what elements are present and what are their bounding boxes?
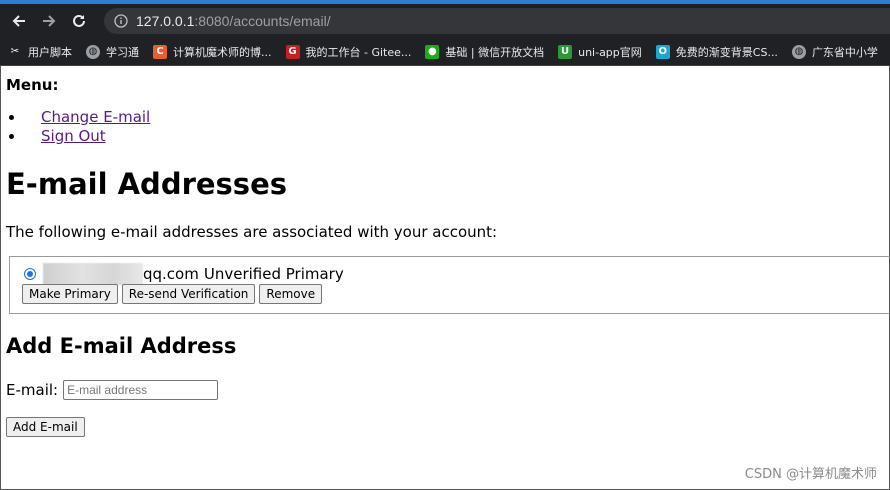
csdn-icon: C [153,44,167,59]
redacted-email-prefix [43,263,143,285]
bookmark-label: 学习通 [106,45,139,59]
user-script-icon: ✂ [8,44,22,59]
remove-button[interactable]: Remove [259,284,323,304]
email-input[interactable] [63,380,219,400]
page-title: E-mail Addresses [6,167,287,201]
bookmark-item[interactable]: O 免费的渐变背景CS... [655,44,778,60]
add-email-title: Add E-mail Address [6,334,237,358]
add-email-button[interactable]: Add E-mail [6,417,85,437]
add-email-form: E-mail: [6,380,219,400]
change-email-link[interactable]: Change E-mail [41,108,150,126]
email-entry: qq.com Unverified Primary [24,263,344,285]
csdn-watermark: CSDN @计算机魔术师 [744,467,877,482]
bookmark-label: uni-app官网 [578,45,642,59]
gradient-icon: O [655,44,670,59]
globe-icon: ◍ [791,44,806,59]
bookmarks-bar: ✂ 用户脚本 ◍ 学习通 C 计算机魔术师的博... G 我的工作台 - Gitee... ● 基… [0,38,890,66]
email-radio[interactable] [24,268,36,280]
uniapp-icon: U [558,44,573,59]
bookmark-label: 我的工作台 - Gitee... [305,45,412,59]
email-status: Unverified Primary [203,265,344,283]
resend-verification-button[interactable]: Re-send Verification [121,284,256,304]
page-viewport: Menu: Change E-mail Sign Out E-mail Addr… [0,66,890,490]
bookmark-item[interactable]: ◍ 学习通 [86,44,139,60]
bookmark-label: 基础 | 微信开放文档 [445,45,545,59]
bookmark-label: 用户脚本 [28,45,72,59]
email-domain: qq.com [143,265,199,283]
arrow-right-icon [43,15,56,27]
menu-list: Change E-mail Sign Out [8,108,150,146]
email-list-fieldset: qq.com Unverified Primary Make Primary R… [9,256,890,314]
bookmark-label: 免费的渐变背景CS... [675,45,778,59]
menu-item-change-email: Change E-mail [8,108,150,127]
wechat-icon: ● [425,44,440,59]
url-host: 127.0.0.1 [136,13,195,29]
address-bar[interactable]: 127.0.0.1:8080/accounts/email/ [104,8,890,34]
bookmark-item[interactable]: C 计算机魔术师的博... [153,44,272,60]
back-button[interactable] [6,8,32,34]
bookmark-item[interactable]: ◍ 广东省中小学 [791,44,878,60]
bookmark-item[interactable]: ✂ 用户脚本 [8,44,72,60]
arrow-left-icon [12,15,25,27]
bookmark-label: 广东省中小学 [811,45,878,59]
bookmark-item[interactable]: ● 基础 | 微信开放文档 [425,44,544,60]
sign-out-link[interactable]: Sign Out [41,127,106,145]
bookmark-label: 计算机魔术师的博... [173,45,272,59]
menu-title: Menu: [6,76,59,94]
gitee-icon: G [285,44,300,59]
forward-button[interactable] [36,8,62,34]
menu-item-sign-out: Sign Out [8,127,150,146]
bookmark-item[interactable]: G 我的工作台 - Gitee... [285,44,412,60]
email-actions: Make Primary Re-send Verification Remove [22,284,326,304]
bookmark-item[interactable]: Uuni-app官网 [558,44,642,60]
email-label: E-mail: [6,381,59,399]
reload-icon [73,14,85,27]
site-info-icon[interactable] [114,14,128,28]
url-path: :8080/accounts/email/ [194,13,331,29]
reload-button[interactable] [66,8,92,34]
browser-toolbar: 127.0.0.1:8080/accounts/email/ [0,4,890,38]
globe-icon: ◍ [86,44,100,59]
intro-text: The following e-mail addresses are assoc… [6,223,498,241]
make-primary-button[interactable]: Make Primary [22,284,118,304]
